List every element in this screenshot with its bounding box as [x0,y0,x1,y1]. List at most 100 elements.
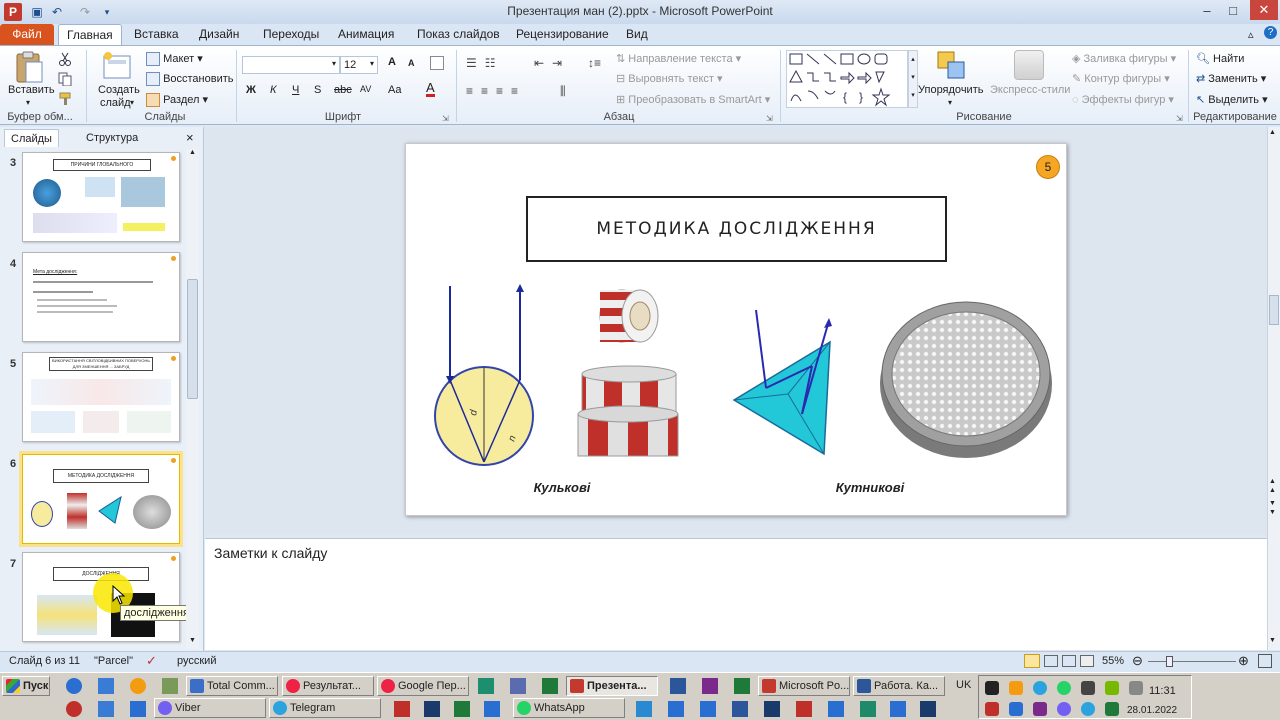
format-painter-icon[interactable] [58,92,74,106]
app-icon[interactable] [920,701,936,717]
ie-icon[interactable] [66,678,82,694]
reading-view-icon[interactable] [1062,655,1076,667]
close-panel-icon[interactable]: × [186,130,194,145]
align-buttons[interactable]: ≡≡≡≡ [466,84,526,98]
slide-thumbnail-3[interactable]: ПРИЧИНИ ГЛОБАЛЬНОГО ПОТЕПЛІННЯ [22,152,180,242]
slideshow-icon[interactable] [1080,655,1094,667]
font-color-button[interactable]: A [426,81,435,97]
quicklaunch-icon[interactable] [98,678,114,694]
arrange-icon[interactable] [936,50,968,82]
app-icon[interactable] [700,701,716,717]
taskbar-microsoft-po[interactable]: Microsoft Po... [758,676,850,696]
taskbar-viber[interactable]: Viber [154,698,266,718]
media-icon[interactable] [130,678,146,694]
spacing-button[interactable]: AV [360,84,371,94]
app-icon[interactable] [510,678,526,694]
tab-review[interactable]: Рецензирование [508,24,617,46]
layout-button[interactable]: Макет ▾ [146,52,203,67]
excel-icon[interactable] [542,678,558,694]
panel-scrollbar[interactable]: ▲ ▼ [186,149,199,649]
excel-icon-2[interactable] [734,678,750,694]
tray-icon[interactable] [1033,681,1047,695]
shape-fill-button[interactable]: ◈ Заливка фигуры ▾ [1072,52,1176,65]
fit-slide-icon[interactable] [1258,654,1272,668]
new-slide-icon[interactable] [100,50,134,82]
main-scrollbar[interactable]: ▲ ▲ ▲ ▼ ▼ ▼ [1267,127,1280,650]
zoom-out-icon[interactable]: ⊖ [1132,653,1143,669]
font-family-dropdown[interactable]: ▾ [242,56,340,74]
line-spacing-icon[interactable]: ↕≡ [588,56,601,70]
app-icon[interactable] [732,701,748,717]
slide-title[interactable]: МЕТОДИКА ДОСЛІДЖЕННЯ [526,196,947,262]
zoom-slider-track[interactable] [1148,661,1236,662]
tray-icon[interactable] [1057,681,1071,695]
new-slide-dropdown-icon[interactable]: ▾ [130,98,134,107]
tray-icon[interactable] [1081,681,1095,695]
tab-slides-panel[interactable]: Слайды [4,129,59,147]
tray-icon[interactable] [985,681,999,695]
tray-icon[interactable] [1129,681,1143,695]
bold-button[interactable]: Ж [246,84,256,96]
maximize-icon[interactable]: □ [1222,0,1244,20]
app-icon[interactable] [394,701,410,717]
underline-button[interactable]: Ч [292,84,299,96]
tray-icon[interactable] [1081,702,1095,716]
app-icon[interactable] [764,701,780,717]
app-icon[interactable] [130,701,146,717]
cut-icon[interactable] [58,52,72,66]
reflective-tape-image[interactable] [568,276,692,470]
section-button[interactable]: Раздел ▾ [146,93,208,108]
language-indicator[interactable]: UK [956,679,971,691]
clock-time[interactable]: 11:31 [1149,685,1176,697]
paragraph-dialog-launcher-icon[interactable]: ⇲ [766,114,773,123]
italic-button[interactable]: К [270,84,276,96]
app-icon[interactable] [424,701,440,717]
case-button[interactable]: Aa [388,84,401,96]
replace-button[interactable]: ⇄ Заменить ▾ [1196,72,1266,85]
copy-icon[interactable] [58,72,76,86]
app-icon[interactable] [484,701,500,717]
tray-icon[interactable] [1105,681,1119,695]
strike-button[interactable]: abc [334,84,352,96]
app-icon[interactable] [98,701,114,717]
reset-button[interactable]: Восстановить [146,72,234,86]
zoom-in-icon[interactable]: ⊕ [1238,653,1249,669]
new-slide-label-1[interactable]: Создать [98,84,140,96]
tab-insert[interactable]: Вставка [126,24,187,46]
shapes-gallery-scroll[interactable]: ▴ ▾ ▾ [908,50,918,108]
tray-icon[interactable] [1033,702,1047,716]
grow-font-button[interactable]: A [388,56,396,68]
columns-icon[interactable]: ⫼ [560,84,566,99]
quick-styles-button[interactable]: Экспресс-стили [990,84,1070,96]
tab-view[interactable]: Вид [618,24,656,46]
tray-icon[interactable] [1009,681,1023,695]
theme-name[interactable]: "Parcel" [94,655,133,667]
paste-dropdown-icon[interactable]: ▾ [26,98,30,107]
taskbar-whatsapp[interactable]: WhatsApp [513,698,625,718]
tray-icon[interactable] [1105,702,1119,716]
font-dialog-launcher-icon[interactable]: ⇲ [442,114,449,123]
shape-effects-button[interactable]: ◌ Эффекты фигур ▾ [1072,93,1174,106]
taskbar-powerpoint-active[interactable]: Презента... [566,676,658,696]
caption-right[interactable]: Кутникові [830,480,910,495]
select-button[interactable]: ↖ Выделить ▾ [1196,93,1268,106]
tab-animation[interactable]: Анимация [330,24,402,46]
sphere-retroreflector-diagram[interactable]: d n [432,276,538,470]
publisher-icon[interactable] [478,678,494,694]
tray-icon[interactable] [1009,702,1023,716]
help-icon[interactable]: ? [1264,26,1277,39]
clock-date[interactable]: 28.01.2022 [1127,705,1177,716]
app-icon[interactable] [454,701,470,717]
notes-pane[interactable]: Заметки к слайду [205,538,1267,650]
tray-icon[interactable] [1057,702,1071,716]
tab-file[interactable]: Файл [0,24,54,46]
taskbar-total-commander[interactable]: Total Comm... [186,676,278,696]
start-button[interactable]: Пуск [2,676,50,696]
language[interactable]: русский [177,655,216,667]
word-icon[interactable] [670,678,686,694]
indent-buttons[interactable]: ⇤⇥ [534,56,570,70]
reflector-disc-image[interactable] [874,286,1058,470]
app-icon[interactable] [828,701,844,717]
shape-outline-button[interactable]: ✎ Контур фигуры ▾ [1072,72,1170,85]
slide-thumbnail-6[interactable]: МЕТОДИКА ДОСЛІДЖЕННЯ [19,451,183,547]
